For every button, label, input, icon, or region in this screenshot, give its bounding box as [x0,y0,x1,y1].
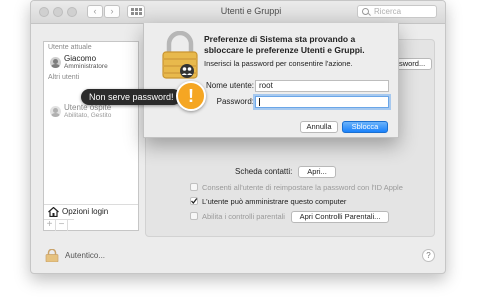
window-footer: Autentico... ? [31,237,445,273]
users-sidebar: Utente attuale Giacomo Amministratore Al… [43,41,139,231]
search-icon [362,8,369,15]
zoom-window-button[interactable] [67,7,77,17]
authenticate-label: Autentico... [65,251,106,260]
username-label: Nome utente: [205,81,254,90]
parental-controls-checkbox[interactable] [190,212,198,220]
warning-icon: ! [176,81,206,111]
house-icon [48,207,59,217]
search-field[interactable]: Ricerca [357,5,437,18]
password-field[interactable] [255,96,389,108]
other-users-header: Altri utenti [48,74,80,81]
close-window-button[interactable] [39,7,49,17]
guest-avatar-icon [50,106,61,117]
contact-card-label: Scheda contatti: [235,167,293,176]
parental-controls-label: Abilita i controlli parentali [202,212,285,221]
lock-icon[interactable] [45,249,59,262]
password-label: Password: [216,97,254,106]
remove-user-button[interactable]: − [56,220,68,231]
unlock-dialog: Preferenze di Sistema sta provando a sbl… [143,23,399,138]
add-user-button[interactable]: + [44,220,56,231]
login-options-label: Opzioni login [62,207,109,216]
current-users-header: Utente attuale [48,44,92,51]
help-button[interactable]: ? [422,249,435,262]
cancel-button[interactable]: Annulla [300,121,338,133]
user-role: Amministratore [64,63,108,70]
admin-label: L'utente può amministrare questo compute… [202,197,347,206]
user-item-current[interactable]: Giacomo Amministratore [44,53,138,73]
checkmark-icon [191,198,198,205]
login-options-item[interactable]: Opzioni login [44,204,138,219]
add-remove-bar: + − [44,219,74,232]
system-preferences-window: ‹ › Utenti e Gruppi Ricerca Utente attua… [30,0,446,274]
forward-button[interactable]: › [104,5,120,18]
window-title: Utenti e Gruppi [220,6,282,16]
dialog-subtitle: Inserisci la password per consentire l'a… [204,59,353,68]
unlock-button[interactable]: Sblocca [342,121,388,133]
open-contact-card-button[interactable]: Apri... [298,166,336,178]
user-item-guest[interactable]: Utente ospite Abilitato, Gestito [44,102,138,122]
dialog-title: Preferenze di Sistema sta provando a sbl… [204,34,365,55]
open-parental-controls-button[interactable]: Apri Controlli Parentali... [291,211,389,223]
show-all-grid-icon[interactable] [127,5,145,18]
guest-role: Abilitato, Gestito [64,112,112,119]
user-avatar-icon [50,57,61,68]
search-placeholder: Ricerca [374,7,402,16]
minimize-window-button[interactable] [53,7,63,17]
callout-text: Non serve password! [89,92,174,102]
back-button[interactable]: ‹ [87,5,103,18]
username-field[interactable]: root [255,80,389,92]
reset-password-appleid-label: Consenti all'utente di reimpostare la pa… [202,183,403,192]
text-caret [259,97,260,106]
user-name: Giacomo [64,54,97,63]
admin-checkbox[interactable] [190,197,198,205]
padlock-icon [162,31,198,79]
title-bar: ‹ › Utenti e Gruppi Ricerca [31,1,445,24]
reset-password-appleid-checkbox[interactable] [190,183,198,191]
annotation-callout: Non serve password! [81,89,181,105]
